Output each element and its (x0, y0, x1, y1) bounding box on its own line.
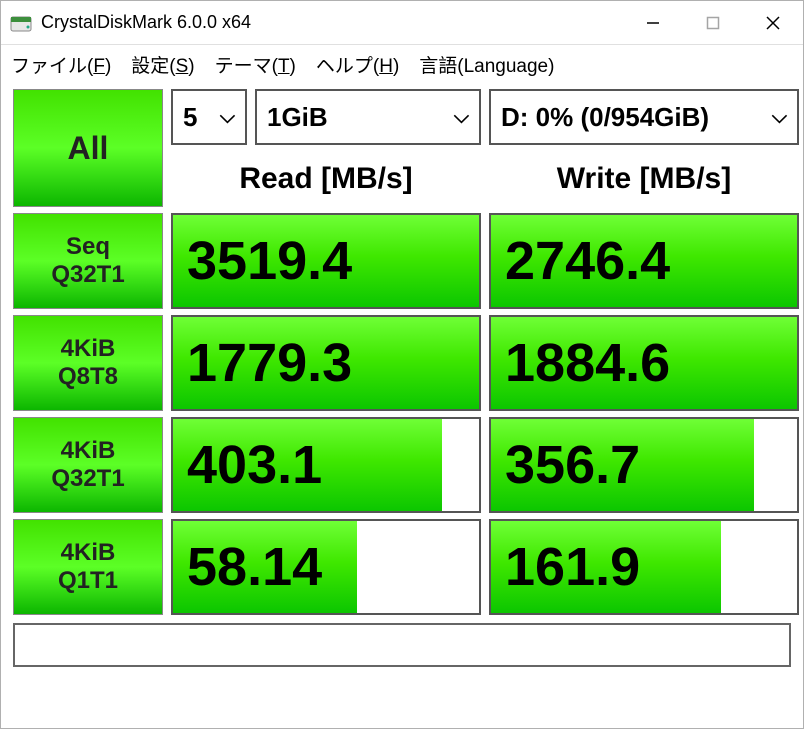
test-label: 4KiB (61, 335, 116, 363)
test-label: Q32T1 (51, 261, 124, 289)
maximize-button[interactable] (683, 1, 743, 45)
status-bar (13, 623, 791, 667)
read-result-3: 58.14 (171, 519, 481, 615)
read-result-1: 1779.3 (171, 315, 481, 411)
read-result-2: 403.1 (171, 417, 481, 513)
test-label: Q32T1 (51, 465, 124, 493)
window-title: CrystalDiskMark 6.0.0 x64 (41, 12, 623, 33)
window-controls (623, 1, 803, 45)
menu-language[interactable]: 言語(Language) (415, 49, 558, 80)
drive-value: D: 0% (0/954GiB) (501, 102, 709, 133)
menu-settings[interactable]: 設定(S) (127, 49, 198, 80)
main-panel: All 5 ⌵ 1GiB ⌵ D: 0% (0/954GiB) ⌵ Read [… (1, 83, 803, 677)
size-select[interactable]: 1GiB ⌵ (255, 89, 481, 145)
all-button[interactable]: All (13, 89, 163, 207)
test-label: 4KiB (61, 539, 116, 567)
chevron-down-icon: ⌵ (772, 106, 787, 129)
write-value-2: 356.7 (505, 434, 640, 496)
menubar: ファイル(F) 設定(S) テーマ(T) ヘルプ(H) 言語(Language) (1, 45, 803, 83)
read-value-0: 3519.4 (187, 230, 352, 292)
write-result-1: 1884.6 (489, 315, 799, 411)
test-button-4k-q1t1[interactable]: 4KiB Q1T1 (13, 519, 163, 615)
write-value-0: 2746.4 (505, 230, 670, 292)
select-group-left: 5 ⌵ 1GiB ⌵ (171, 89, 481, 145)
chevron-down-icon: ⌵ (454, 106, 469, 129)
test-button-seq-q32t1[interactable]: Seq Q32T1 (13, 213, 163, 309)
write-value-1: 1884.6 (505, 332, 670, 394)
read-value-1: 1779.3 (187, 332, 352, 394)
test-button-4k-q8t8[interactable]: 4KiB Q8T8 (13, 315, 163, 411)
test-label: Q8T8 (58, 363, 118, 391)
test-label: Q1T1 (58, 567, 118, 595)
all-button-label: All (68, 130, 109, 167)
write-header: Write [MB/s] (489, 151, 799, 207)
test-label: 4KiB (61, 437, 116, 465)
menu-help[interactable]: ヘルプ(H) (312, 49, 403, 80)
runs-value: 5 (183, 102, 197, 133)
runs-select[interactable]: 5 ⌵ (171, 89, 247, 145)
menu-file[interactable]: ファイル(F) (7, 49, 115, 80)
read-value-2: 403.1 (187, 434, 322, 496)
app-icon (9, 11, 33, 35)
size-value: 1GiB (267, 102, 328, 133)
test-label: Seq (66, 233, 110, 261)
menu-theme[interactable]: テーマ(T) (211, 49, 300, 80)
write-result-2: 356.7 (489, 417, 799, 513)
titlebar: CrystalDiskMark 6.0.0 x64 (1, 1, 803, 45)
close-button[interactable] (743, 1, 803, 45)
read-value-3: 58.14 (187, 536, 322, 598)
minimize-button[interactable] (623, 1, 683, 45)
chevron-down-icon: ⌵ (220, 106, 235, 129)
test-button-4k-q32t1[interactable]: 4KiB Q32T1 (13, 417, 163, 513)
read-header: Read [MB/s] (171, 151, 481, 207)
write-result-3: 161.9 (489, 519, 799, 615)
drive-select[interactable]: D: 0% (0/954GiB) ⌵ (489, 89, 799, 145)
read-result-0: 3519.4 (171, 213, 481, 309)
write-value-3: 161.9 (505, 536, 640, 598)
write-result-0: 2746.4 (489, 213, 799, 309)
